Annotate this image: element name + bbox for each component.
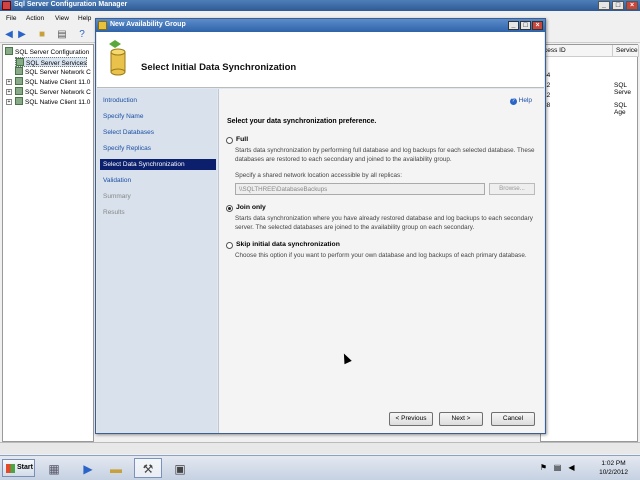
network-icon (15, 67, 23, 75)
expand-icon[interactable]: + (6, 99, 12, 105)
clock-time: 1:02 PM (601, 460, 626, 467)
close-button[interactable]: × (626, 1, 638, 10)
client-icon (15, 77, 23, 85)
dialog-titlebar: New Availability Group _ □ × (96, 19, 545, 32)
clock[interactable]: 1:02 PM 10/2/2012 (599, 459, 628, 477)
properties-icon[interactable]: ▤ (56, 29, 68, 41)
server-icon (5, 47, 13, 55)
back-icon[interactable]: ◀ (3, 29, 15, 41)
explorer-icon[interactable]: ▬ (102, 458, 130, 478)
network-icon (15, 87, 23, 95)
step-specify-name[interactable]: Specify Name (100, 111, 216, 122)
app-titlebar: Sql Server Configuration Manager _ □ × (0, 0, 640, 11)
step-results: Results (103, 209, 125, 216)
app-icon (2, 1, 11, 10)
windows-flag-icon (6, 464, 15, 473)
next-button[interactable]: Next > (439, 412, 483, 426)
up-folder-icon[interactable]: ■ (36, 29, 48, 41)
tree-label: SQL Native Client 11.0 (25, 79, 91, 86)
new-availability-group-dialog: New Availability Group _ □ × Select Init… (95, 18, 546, 434)
clock-date: 10/2/2012 (599, 469, 628, 476)
share-location-label: Specify a shared network location access… (235, 172, 402, 179)
full-description: Starts data synchronization by performin… (235, 147, 535, 163)
expand-icon[interactable]: + (6, 89, 12, 95)
step-introduction[interactable]: Introduction (100, 95, 216, 106)
maximize-button[interactable]: □ (612, 1, 624, 10)
tree-item-services[interactable]: SQL Server Services (15, 57, 88, 67)
page-title: Select Initial Data Synchronization (141, 62, 297, 73)
step-validation[interactable]: Validation (100, 175, 216, 186)
tree-label: SQL Native Client 11.0 (25, 99, 91, 106)
system-tray: ⚑ ▤ ◀ 1:02 PM 10/2/2012 (535, 456, 640, 480)
skip-sync-radio[interactable] (226, 242, 233, 249)
network-tray-icon[interactable]: ▤ (553, 463, 562, 472)
tree-label: SQL Server Network C (25, 89, 91, 96)
full-radio[interactable] (226, 137, 233, 144)
client-icon (15, 97, 23, 105)
full-label[interactable]: Full (236, 136, 248, 143)
service-cell: SQL Age (614, 102, 627, 116)
join-only-label[interactable]: Join only (236, 204, 266, 211)
dialog-title: New Availability Group (110, 21, 186, 28)
help-icon[interactable]: ? (76, 29, 88, 41)
server-manager-icon[interactable]: ▦ (40, 458, 68, 478)
content-panel: ? Help Select your data synchronization p… (218, 89, 544, 404)
expand-icon[interactable]: + (6, 79, 12, 85)
share-location-input[interactable] (235, 183, 485, 195)
service-cell: SQL Serve (614, 82, 631, 96)
join-only-description: Starts data synchronization where you ha… (235, 215, 533, 231)
tree-label: SQL Server Configuration (15, 49, 90, 56)
list-pane: cess ID Service 64 12 SQL Serve 12 88 SQ… (540, 44, 639, 442)
minimize-button[interactable]: _ (598, 1, 610, 10)
start-label: Start (17, 464, 33, 471)
cancel-button[interactable]: Cancel (491, 412, 535, 426)
dialog-maximize-button[interactable]: □ (520, 21, 531, 30)
column-header-service[interactable]: Service (613, 45, 639, 57)
database-icon (109, 40, 126, 76)
step-specify-replicas[interactable]: Specify Replicas (100, 143, 216, 154)
tree-label: SQL Server Network C (25, 69, 91, 76)
browse-button[interactable]: Browse... (489, 183, 535, 195)
tree-item-native-client-32[interactable]: SQL Native Client 11.0 (15, 97, 90, 107)
dialog-header: Select Initial Data Synchronization (97, 32, 544, 88)
skip-sync-description: Choose this option if you want to perfor… (235, 252, 527, 259)
join-only-radio[interactable] (226, 205, 233, 212)
start-button[interactable]: Start (2, 459, 35, 477)
menu-file[interactable]: File (6, 15, 16, 22)
taskbar: Start ▦ ▶ ▬ ⚒ ▣ ⚑ ▤ ◀ 1:02 PM 10/2/2012 (0, 455, 640, 480)
help-icon: ? (509, 98, 517, 105)
app-title: Sql Server Configuration Manager (14, 1, 128, 8)
menu-view[interactable]: View (55, 15, 69, 22)
horizontal-scrollbar[interactable] (0, 442, 640, 454)
dialog-icon (98, 21, 107, 30)
button-bar: < Previous Next > Cancel (218, 404, 544, 433)
skip-sync-label[interactable]: Skip initial data synchronization (236, 241, 340, 248)
dialog-minimize-button[interactable]: _ (508, 21, 519, 30)
step-summary: Summary (103, 193, 131, 200)
tree-item-root[interactable]: SQL Server Configuration (5, 47, 89, 57)
previous-button[interactable]: < Previous (389, 412, 433, 426)
wizard-steps: Introduction Specify Name Select Databas… (97, 89, 217, 433)
config-manager-task-icon[interactable]: ⚒ (134, 458, 162, 478)
volume-tray-icon[interactable]: ◀ (567, 463, 576, 472)
tree-pane: SQL Server Configuration SQL Server Serv… (2, 44, 94, 442)
help-label: Help (518, 97, 532, 104)
step-select-databases[interactable]: Select Databases (100, 127, 216, 138)
powershell-icon[interactable]: ▶ (74, 458, 102, 478)
menu-action[interactable]: Action (26, 15, 44, 22)
dialog-close-button[interactable]: × (532, 21, 543, 30)
services-icon (16, 58, 24, 66)
tree-item-network[interactable]: SQL Server Network C (15, 67, 91, 77)
sync-prompt: Select your data synchronization prefere… (227, 118, 377, 125)
menu-help[interactable]: Help (78, 15, 91, 22)
tree-item-native-client[interactable]: SQL Native Client 11.0 (15, 77, 90, 87)
tree-label: SQL Server Services (26, 60, 87, 67)
tree-item-network-32[interactable]: SQL Server Network C (15, 87, 91, 97)
forward-icon[interactable]: ▶ (16, 29, 28, 41)
column-header-process-id[interactable]: cess ID (541, 45, 613, 57)
step-select-data-synchronization[interactable]: Select Data Synchronization (100, 159, 216, 170)
flag-tray-icon[interactable]: ⚑ (539, 463, 548, 472)
help-link[interactable]: ? Help (509, 97, 532, 105)
management-studio-icon[interactable]: ▣ (166, 458, 194, 478)
